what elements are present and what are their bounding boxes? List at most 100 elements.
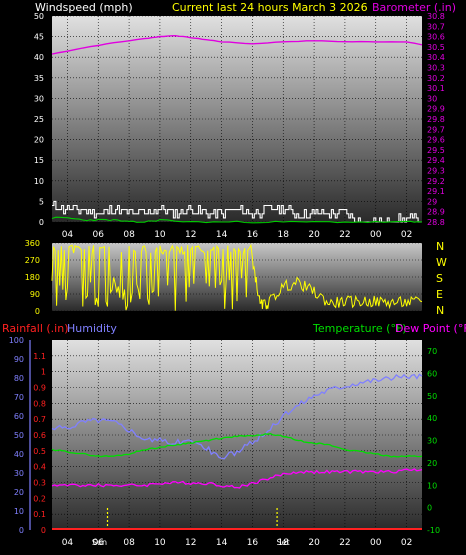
p3-xtick-label: 02 bbox=[401, 538, 412, 548]
marker-label-sun: Sun bbox=[92, 538, 107, 547]
p1-xtick-label: 14 bbox=[216, 230, 228, 240]
p3-ytick-humidity: 60 bbox=[14, 412, 24, 421]
p1-xtick-label: 00 bbox=[370, 230, 382, 240]
p1-ytick-right: 29.7 bbox=[427, 125, 445, 134]
p1-ytick-left: 5 bbox=[39, 197, 44, 206]
p3-xtick-label: 08 bbox=[123, 538, 135, 548]
p3-ytick-temp: 50 bbox=[427, 392, 437, 401]
temp-humidity-plot-area bbox=[52, 340, 422, 530]
p3-ytick-temp: 0 bbox=[427, 504, 432, 513]
p3-ytick-temp: 20 bbox=[427, 459, 437, 468]
p1-ytick-right: 30.7 bbox=[427, 22, 445, 31]
p1-ytick-right: 29 bbox=[427, 197, 437, 206]
p1-ytick-right: 30.2 bbox=[427, 74, 445, 83]
p3-ytick-humidity: 70 bbox=[14, 393, 24, 402]
p3-ytick-temp: 10 bbox=[427, 481, 437, 490]
p1-ytick-right: 30.5 bbox=[427, 43, 445, 52]
p3-ytick-rain: 0.3 bbox=[33, 479, 46, 488]
p2-ytick-label: 360 bbox=[25, 239, 40, 248]
p1-ytick-right: 30.6 bbox=[427, 33, 445, 42]
p3-ytick-rain: 1.1 bbox=[33, 352, 46, 361]
humidity-label: Humidity bbox=[67, 322, 117, 335]
temperature-label: Temperature (°F) bbox=[312, 322, 407, 335]
dewpoint-label: Dew Point (°F) bbox=[395, 322, 466, 335]
p3-xtick-label: 22 bbox=[339, 538, 350, 548]
p1-ytick-right: 29.6 bbox=[427, 136, 445, 145]
p2-ytick-label: 90 bbox=[30, 290, 40, 299]
p3-ytick-humidity: 30 bbox=[14, 469, 24, 478]
p3-ytick-rain: 0.6 bbox=[33, 431, 46, 440]
p1-ytick-right: 29.8 bbox=[427, 115, 445, 124]
p3-ytick-temp: 70 bbox=[427, 347, 437, 356]
p1-ytick-right: 29.4 bbox=[427, 156, 445, 165]
p1-ytick-right: 29.9 bbox=[427, 105, 445, 114]
p3-ytick-humidity: 0 bbox=[19, 526, 24, 535]
p1-ytick-right: 28.8 bbox=[427, 218, 445, 227]
p2-direction-label: E bbox=[436, 288, 443, 301]
p3-ytick-temp: 30 bbox=[427, 437, 437, 446]
rainfall-label: Rainfall (.in) bbox=[2, 322, 69, 335]
p3-ytick-humidity: 90 bbox=[14, 355, 24, 364]
p1-xtick-label: 22 bbox=[339, 230, 350, 240]
p1-xtick-label: 04 bbox=[62, 230, 74, 240]
p2-direction-label: W bbox=[436, 256, 447, 269]
header-windspeed-label: Windspeed (mph) bbox=[35, 1, 133, 14]
p3-ytick-temp: 60 bbox=[427, 370, 437, 379]
p1-ytick-left: 15 bbox=[34, 156, 44, 165]
p1-ytick-right: 30.3 bbox=[427, 64, 445, 73]
p1-ytick-right: 30.8 bbox=[427, 12, 445, 21]
p3-ytick-temp: -10 bbox=[427, 526, 440, 535]
p3-ytick-humidity: 10 bbox=[14, 507, 24, 516]
p3-ytick-rain: 1 bbox=[41, 368, 46, 377]
p1-ytick-right: 30 bbox=[427, 94, 437, 103]
p1-ytick-left: 50 bbox=[34, 12, 44, 21]
wind-baro-plot-area bbox=[52, 16, 422, 222]
p3-xtick-label: 12 bbox=[185, 538, 196, 548]
p3-ytick-rain: 0.1 bbox=[33, 510, 46, 519]
p2-ytick-label: 270 bbox=[25, 256, 40, 265]
p3-xtick-label: 20 bbox=[308, 538, 320, 548]
p2-direction-label: N bbox=[436, 240, 444, 253]
p1-xtick-label: 06 bbox=[93, 230, 105, 240]
p3-xtick-label: 16 bbox=[247, 538, 259, 548]
p1-xtick-label: 16 bbox=[247, 230, 259, 240]
p3-ytick-rain: 0.5 bbox=[33, 447, 46, 456]
p1-ytick-left: 25 bbox=[34, 115, 44, 124]
p1-ytick-right: 30.1 bbox=[427, 84, 445, 93]
p1-xtick-label: 18 bbox=[278, 230, 290, 240]
p1-ytick-right: 28.9 bbox=[427, 208, 445, 217]
p1-ytick-left: 0 bbox=[39, 218, 44, 227]
p1-ytick-right: 29.5 bbox=[427, 146, 445, 155]
weather-chart: Windspeed (mph) Current last 24 hours Ma… bbox=[2, 1, 466, 548]
p1-xtick-label: 12 bbox=[185, 230, 196, 240]
header-title: Current last 24 hours March 3 2026 bbox=[172, 1, 368, 14]
p3-xtick-label: 10 bbox=[154, 538, 166, 548]
p1-ytick-right: 29.1 bbox=[427, 187, 445, 196]
p1-ytick-right: 29.3 bbox=[427, 167, 445, 176]
p1-ytick-right: 30.4 bbox=[427, 53, 445, 62]
p3-ytick-rain: 0 bbox=[41, 526, 46, 535]
p3-xtick-label: 14 bbox=[216, 538, 228, 548]
p1-xtick-label: 10 bbox=[154, 230, 166, 240]
p3-ytick-rain: 0.9 bbox=[33, 384, 46, 393]
p2-direction-label: S bbox=[436, 272, 443, 285]
p1-ytick-left: 30 bbox=[34, 94, 44, 103]
p2-direction-label: N bbox=[436, 304, 444, 317]
p1-ytick-right: 29.2 bbox=[427, 177, 445, 186]
p1-xtick-label: 20 bbox=[308, 230, 320, 240]
p3-ytick-humidity: 40 bbox=[14, 450, 24, 459]
p3-xtick-label: 04 bbox=[62, 538, 74, 548]
p2-ytick-label: 0 bbox=[35, 307, 40, 316]
p1-xtick-label: 08 bbox=[123, 230, 135, 240]
p3-ytick-humidity: 100 bbox=[9, 336, 24, 345]
p1-ytick-left: 35 bbox=[34, 74, 44, 83]
p3-ytick-rain: 0.2 bbox=[33, 494, 46, 503]
p2-ytick-label: 180 bbox=[25, 273, 40, 282]
p3-ytick-humidity: 80 bbox=[14, 374, 24, 383]
p1-ytick-left: 20 bbox=[34, 136, 44, 145]
p3-ytick-humidity: 20 bbox=[14, 488, 24, 497]
p1-xtick-label: 02 bbox=[401, 230, 412, 240]
p1-ytick-left: 10 bbox=[34, 177, 44, 186]
p3-ytick-rain: 0.8 bbox=[33, 399, 46, 408]
p1-ytick-left: 40 bbox=[34, 53, 44, 62]
